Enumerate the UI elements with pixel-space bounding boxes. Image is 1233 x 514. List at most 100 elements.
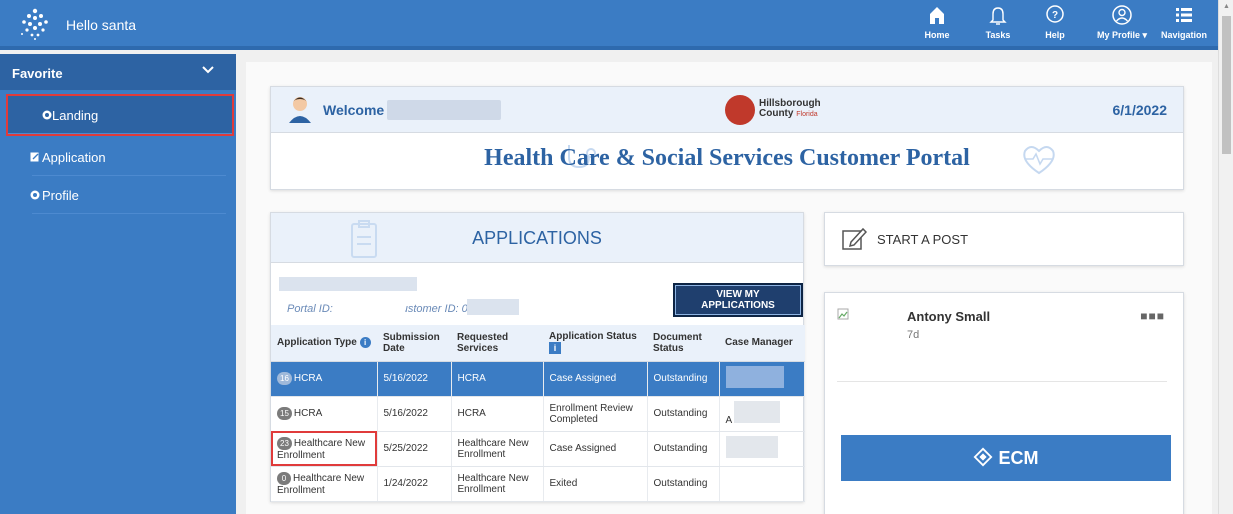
column-header[interactable]: Requested Services	[451, 325, 543, 362]
main-content: Welcome Hillsborough County Florida 6/1/2…	[246, 62, 1212, 514]
feed-post-card: Antony Small 7d ■■■ ECM	[824, 292, 1184, 514]
case-manager-cell	[719, 361, 805, 397]
requested-services-cell: Healthcare New Enrollment	[451, 431, 544, 467]
profile-gear-icon	[30, 188, 40, 200]
chevron-down-icon[interactable]	[202, 64, 214, 78]
table-row[interactable]: 15 HCRA 5/16/2022 HCRA Enrollment Review …	[271, 396, 805, 432]
column-header-label: Application Status	[549, 331, 637, 343]
column-header-label: Application Type	[277, 337, 357, 349]
case-manager-cell: A	[719, 396, 805, 432]
document-status-cell: Outstanding	[647, 431, 720, 467]
submission-date-cell: 5/25/2022	[377, 431, 452, 467]
nav-profile-button[interactable]: My Profile ▾	[1092, 4, 1152, 41]
current-date: 6/1/2022	[1112, 102, 1168, 118]
welcome-bar: Welcome Hillsborough County Florida 6/1/2…	[271, 87, 1183, 133]
count-badge: 15	[277, 407, 292, 420]
count-badge: 16	[277, 372, 292, 385]
ecm-banner: ECM	[841, 435, 1171, 481]
divider	[837, 381, 1167, 382]
info-icon[interactable]: i	[359, 337, 371, 349]
profile-icon	[1111, 4, 1133, 28]
case-manager-redacted	[725, 366, 784, 388]
application-type-cell[interactable]: 15 HCRA	[271, 396, 378, 432]
greeting-text: Hello santa	[66, 17, 137, 33]
top-bar: Hello santa Home Tasks ? Help My Profile…	[0, 0, 1218, 50]
applications-card: APPLICATIONS Portal ID: 3 | Customer ID:…	[270, 212, 805, 502]
table-row[interactable]: 23 Healthcare New Enrollment 5/25/2022 He…	[271, 431, 805, 467]
application-type: HCRA	[293, 373, 323, 384]
nav-navigation-button[interactable]: Navigation	[1158, 4, 1210, 40]
application-type-cell[interactable]: 23 Healthcare New Enrollment	[271, 431, 378, 467]
view-my-applications-button[interactable]: VIEW MY APPLICATIONS	[673, 283, 803, 317]
user-avatar-icon	[287, 95, 313, 123]
sidebar-item-landing[interactable]: Landing	[6, 94, 234, 136]
favorite-section-header[interactable]: Favorite	[0, 54, 236, 90]
sidebar-item-label: Application	[42, 150, 106, 165]
help-icon: ?	[1044, 4, 1066, 28]
scrollbar-thumb[interactable]	[1222, 16, 1231, 154]
author-avatar-icon	[837, 307, 849, 320]
nav-home-label: Home	[924, 30, 950, 40]
portal-id-redacted	[335, 299, 405, 315]
table-row[interactable]: 16 HCRA 5/16/2022 HCRA Case Assigned Outs…	[271, 361, 805, 397]
nav-help-button[interactable]: ? Help	[1040, 4, 1070, 40]
home-icon	[926, 4, 948, 28]
customer-id-redacted	[467, 299, 519, 315]
county-seal-icon	[725, 95, 755, 125]
nav-navigation-label: Navigation	[1160, 30, 1207, 40]
column-header[interactable]: Application Type i	[271, 325, 377, 362]
applicant-name-redacted	[279, 277, 417, 291]
scroll-up-icon[interactable]: ▲	[1223, 3, 1230, 10]
nav-tasks-label: Tasks	[985, 30, 1011, 40]
document-status-cell: Outstanding	[647, 361, 720, 397]
table-row[interactable]: 0 Healthcare New Enrollment 1/24/2022 Hea…	[271, 466, 805, 502]
submission-date-cell: 5/16/2022	[377, 396, 452, 432]
app-logo-icon[interactable]	[20, 8, 50, 40]
column-header[interactable]: Submission Date	[377, 325, 451, 362]
county-state: Florida	[796, 111, 818, 118]
county-name: Hillsborough County Florida	[759, 99, 821, 120]
application-type: HCRA	[293, 408, 323, 419]
post-author[interactable]: Antony Small	[907, 309, 990, 324]
applicant-info: Portal ID: 3 | Customer ID: 0 VIEW MY AP…	[271, 263, 803, 325]
application-status-cell: Case Assigned	[543, 431, 648, 467]
case-manager-redacted	[734, 401, 781, 423]
sidebar: Favorite Landing Application Profile	[0, 54, 236, 514]
nav-profile-label: My Profile ▾	[1096, 30, 1148, 40]
document-status-cell: Outstanding	[647, 466, 720, 502]
start-post-card[interactable]: START A POST	[824, 212, 1184, 266]
info-icon[interactable]: i	[549, 342, 561, 355]
requested-services-cell: HCRA	[451, 396, 544, 432]
application-type-cell[interactable]: 16 HCRA	[271, 361, 378, 397]
table-header-row: Application Type i Submission Date Reque…	[271, 325, 805, 362]
column-header[interactable]: Application Status i	[543, 325, 647, 362]
vertical-scrollbar[interactable]: ▲	[1218, 0, 1233, 514]
nav-tasks-button[interactable]: Tasks	[980, 4, 1016, 40]
application-status-cell: Exited	[543, 466, 648, 502]
more-options-icon[interactable]: ■■■	[1140, 309, 1165, 323]
ecm-logo-icon	[973, 447, 998, 468]
case-manager-cell	[719, 466, 805, 502]
sidebar-item-profile[interactable]: Profile	[30, 176, 226, 214]
case-manager-redacted	[725, 436, 778, 458]
count-badge: 0	[277, 471, 291, 485]
column-header[interactable]: Document Status	[647, 325, 719, 362]
count-badge: 23	[277, 436, 292, 450]
application-type-cell[interactable]: 0 Healthcare New Enrollment	[271, 466, 378, 502]
column-header[interactable]: Case Manager	[719, 325, 805, 362]
heart-pulse-icon	[1019, 141, 1059, 177]
applications-title: APPLICATIONS	[472, 228, 602, 248]
nav-home-button[interactable]: Home	[920, 4, 954, 40]
post-time: 7d	[907, 329, 920, 341]
document-status-cell: Outstanding	[647, 396, 720, 432]
edit-document-icon	[30, 150, 40, 162]
applications-table: Application Type i Submission Date Reque…	[271, 325, 805, 502]
sidebar-item-application[interactable]: Application	[30, 138, 226, 176]
portal-id-label: Portal ID:	[287, 303, 336, 315]
requested-services-cell: HCRA	[451, 361, 544, 397]
bell-icon	[987, 4, 1009, 28]
landing-icon	[42, 108, 52, 120]
ecm-banner-label: ECM	[998, 448, 1039, 468]
case-manager-initial: A	[725, 415, 732, 426]
county-logo: Hillsborough County Florida	[725, 95, 855, 125]
